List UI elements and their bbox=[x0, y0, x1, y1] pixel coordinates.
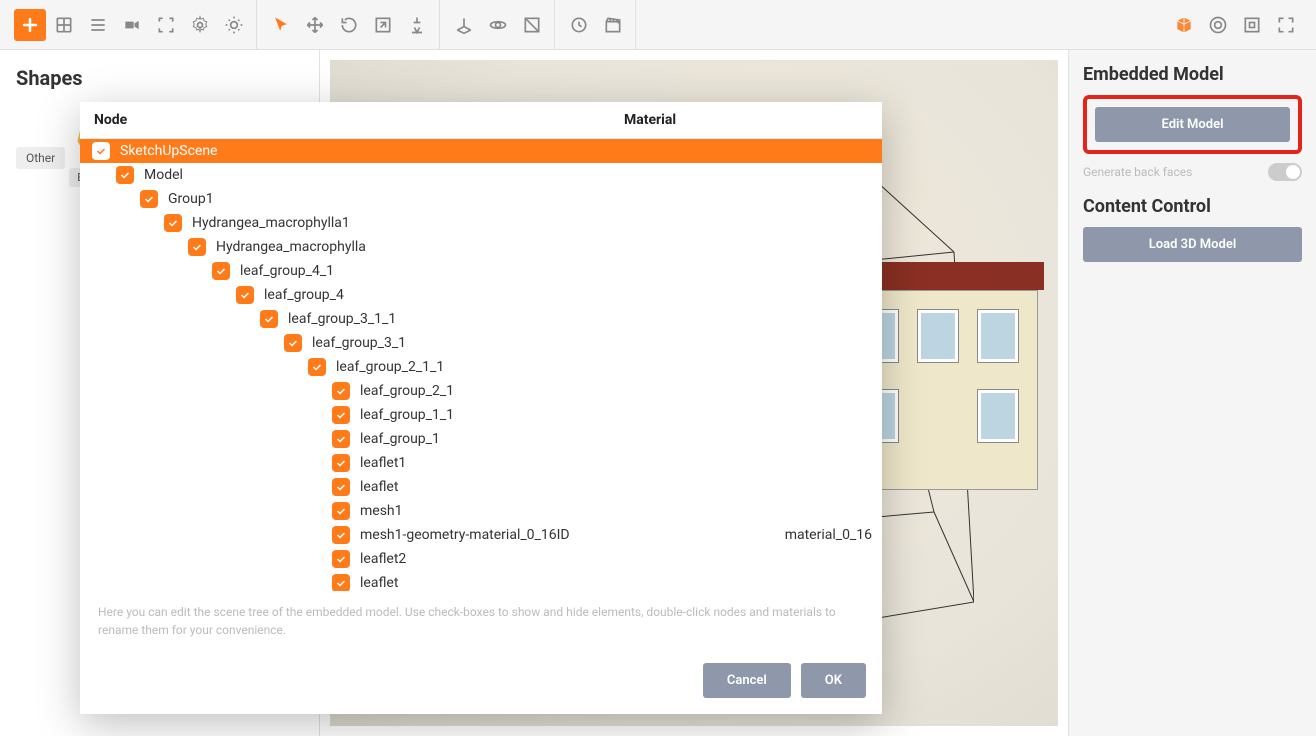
tree-checkbox[interactable] bbox=[332, 550, 350, 568]
tree-node-label: leaflet2 bbox=[360, 551, 406, 567]
tree-node-label: leaf_group_3_1 bbox=[312, 335, 406, 351]
brightness-icon[interactable] bbox=[218, 9, 250, 41]
tree-node-label: leaf_group_4 bbox=[264, 287, 344, 303]
tree-checkbox[interactable] bbox=[212, 262, 230, 280]
edit-model-button[interactable]: Edit Model bbox=[1095, 107, 1290, 142]
scene-tree[interactable]: SketchUpScene Model Group1 Hydrangea_macrop… bbox=[80, 139, 882, 591]
tree-checkbox[interactable] bbox=[164, 214, 182, 232]
tree-node-label: mesh1-geometry-material_0_16ID bbox=[360, 527, 590, 543]
tree-checkbox[interactable] bbox=[308, 358, 326, 376]
texture-icon[interactable] bbox=[516, 9, 548, 41]
tree-checkbox[interactable] bbox=[188, 238, 206, 256]
column-node: Node bbox=[94, 112, 624, 128]
tree-checkbox[interactable] bbox=[332, 574, 350, 591]
tree-row[interactable]: SketchUpScene bbox=[80, 139, 882, 163]
tree-row[interactable]: leaf_group_2_1 bbox=[80, 379, 882, 403]
tree-checkbox[interactable] bbox=[332, 430, 350, 448]
tree-node-label: Model bbox=[144, 167, 183, 183]
tree-node-label: leaflet1 bbox=[360, 455, 406, 471]
tree-row[interactable]: leaf_group_4_1 bbox=[80, 259, 882, 283]
tree-node-label: Hydrangea_macrophylla1 bbox=[192, 215, 350, 231]
edit-model-dialog: Node Material SketchUpScene Model Group1 Hy… bbox=[80, 102, 882, 714]
tree-row[interactable]: mesh1 bbox=[80, 499, 882, 523]
tree-row[interactable]: leaflet1 bbox=[80, 451, 882, 475]
tree-node-label: leaf_group_2_1_1 bbox=[336, 359, 444, 375]
add-button[interactable] bbox=[14, 9, 46, 41]
focus-icon[interactable] bbox=[150, 9, 182, 41]
embedded-model-heading: Embedded Model bbox=[1083, 64, 1302, 85]
tree-row[interactable]: Model bbox=[80, 163, 882, 187]
properties-panel: Embedded Model Edit Model Generate back … bbox=[1068, 50, 1316, 736]
dialog-header: Node Material bbox=[80, 102, 882, 139]
tree-row[interactable]: leaf_group_1_1 bbox=[80, 403, 882, 427]
gear-icon[interactable] bbox=[184, 9, 216, 41]
tree-node-label: leaflet bbox=[360, 575, 398, 591]
tree-checkbox[interactable] bbox=[92, 142, 110, 160]
orbit-icon[interactable] bbox=[482, 9, 514, 41]
tree-row[interactable]: leaf_group_3_1_1 bbox=[80, 307, 882, 331]
tree-checkbox[interactable] bbox=[332, 406, 350, 424]
tree-row[interactable]: leaflet2 bbox=[80, 547, 882, 571]
tree-checkbox[interactable] bbox=[332, 478, 350, 496]
toolbar bbox=[0, 0, 1316, 50]
cancel-button[interactable]: Cancel bbox=[703, 663, 791, 698]
tree-row[interactable]: leaf_group_1 bbox=[80, 427, 882, 451]
load-model-button[interactable]: Load 3D Model bbox=[1083, 227, 1302, 262]
shapes-title: Shapes bbox=[16, 66, 303, 90]
help-icon[interactable] bbox=[1202, 9, 1234, 41]
cube-icon[interactable] bbox=[1168, 9, 1200, 41]
tree-checkbox[interactable] bbox=[284, 334, 302, 352]
tree-node-label: Hydrangea_macrophylla bbox=[216, 239, 366, 255]
ground-icon[interactable] bbox=[448, 9, 480, 41]
tree-checkbox[interactable] bbox=[116, 166, 134, 184]
cursor-icon[interactable] bbox=[265, 9, 297, 41]
tree-checkbox[interactable] bbox=[260, 310, 278, 328]
tree-row[interactable]: Hydrangea_macrophylla1 bbox=[80, 211, 882, 235]
generate-back-faces-row: Generate back faces bbox=[1083, 162, 1302, 182]
tree-row[interactable]: leaf_group_2_1_1 bbox=[80, 355, 882, 379]
tree-row[interactable]: Group1 bbox=[80, 187, 882, 211]
tree-node-label: leaflet bbox=[360, 479, 398, 495]
grid-icon[interactable] bbox=[48, 9, 80, 41]
tree-node-label: Group1 bbox=[168, 191, 214, 207]
tree-row[interactable]: leaflet bbox=[80, 571, 882, 591]
tree-row[interactable]: leaf_group_3_1 bbox=[80, 331, 882, 355]
category-other[interactable]: Other bbox=[16, 147, 65, 169]
tree-node-label: leaf_group_1_1 bbox=[360, 407, 454, 423]
tree-row[interactable]: mesh1-geometry-material_0_16ID material_0… bbox=[80, 523, 882, 547]
clapper-icon[interactable] bbox=[597, 9, 629, 41]
tree-checkbox[interactable] bbox=[332, 382, 350, 400]
edit-model-highlight: Edit Model bbox=[1083, 95, 1302, 154]
tree-row[interactable]: leaf_group_4 bbox=[80, 283, 882, 307]
tree-node-label: leaf_group_1 bbox=[360, 431, 440, 447]
clock-icon[interactable] bbox=[563, 9, 595, 41]
tree-node-label: mesh1 bbox=[360, 503, 403, 519]
list-icon[interactable] bbox=[82, 9, 114, 41]
rotate-icon[interactable] bbox=[333, 9, 365, 41]
dialog-help-text: Here you can edit the scene tree of the … bbox=[80, 591, 882, 651]
camera-icon[interactable] bbox=[116, 9, 148, 41]
ok-button[interactable]: OK bbox=[801, 663, 866, 698]
move-icon[interactable] bbox=[299, 9, 331, 41]
tree-node-label: leaf_group_3_1_1 bbox=[288, 311, 396, 327]
tree-checkbox[interactable] bbox=[236, 286, 254, 304]
frame-icon[interactable] bbox=[1236, 9, 1268, 41]
tree-node-label: SketchUpScene bbox=[120, 143, 217, 159]
tree-row[interactable]: Hydrangea_macrophylla bbox=[80, 235, 882, 259]
generate-back-faces-toggle[interactable] bbox=[1268, 163, 1302, 181]
tree-checkbox[interactable] bbox=[140, 190, 158, 208]
generate-back-faces-label: Generate back faces bbox=[1083, 165, 1192, 179]
tree-node-label: leaf_group_2_1 bbox=[360, 383, 454, 399]
content-control-heading: Content Control bbox=[1083, 196, 1302, 217]
tree-checkbox[interactable] bbox=[332, 454, 350, 472]
scale-icon[interactable] bbox=[367, 9, 399, 41]
tree-material-label: material_0_16 bbox=[745, 527, 872, 543]
tree-row[interactable]: leaflet bbox=[80, 475, 882, 499]
column-material: Material bbox=[624, 112, 868, 128]
tree-checkbox[interactable] bbox=[332, 502, 350, 520]
tree-checkbox[interactable] bbox=[332, 526, 350, 544]
align-icon[interactable] bbox=[401, 9, 433, 41]
tree-node-label: leaf_group_4_1 bbox=[240, 263, 334, 279]
fullscreen-icon[interactable] bbox=[1270, 9, 1302, 41]
